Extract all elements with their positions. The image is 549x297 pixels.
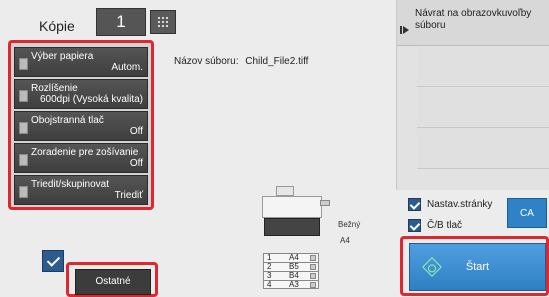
paper-select-label: Výber papiera	[31, 51, 94, 62]
start-label: Štart	[465, 261, 490, 273]
sort-icon	[19, 186, 28, 198]
tray-paper-icon	[310, 255, 316, 261]
tray-paper-icon	[310, 264, 316, 270]
empty-shortcut-slot	[417, 129, 549, 169]
other-highlight: Ostatné	[66, 262, 158, 297]
tray-paper-icon	[310, 273, 316, 279]
page-setting-checkbox[interactable]	[408, 198, 421, 211]
staple-icon	[19, 154, 28, 166]
output-tray-icon	[320, 200, 330, 206]
paper-icon	[19, 58, 28, 70]
filename-label: Názov súboru:	[174, 56, 239, 67]
duplex-label: Obojstranná tlač	[31, 115, 104, 126]
duplex-button[interactable]: Obojstranná tlač Off	[14, 111, 148, 141]
resolution-icon	[19, 90, 28, 102]
staple-sort-value: Off	[129, 158, 143, 169]
tray-row: 4 A3	[263, 280, 319, 289]
keypad-icon	[157, 16, 169, 28]
keypad-button[interactable]	[150, 10, 176, 34]
paper-select-button[interactable]: Výber papiera Autom.	[14, 47, 148, 77]
tray-number: 2	[267, 262, 272, 271]
settings-panel: Výber papiera Autom. Rozlíšenie 600dpi (…	[8, 40, 154, 210]
tray-size: B4	[289, 271, 299, 280]
filename-row: Názov súboru: Child_File2.tiff	[174, 56, 308, 67]
tray-number: 4	[267, 280, 272, 289]
sort-group-label: Triedit/skupinovat	[31, 179, 109, 190]
sort-group-button[interactable]: Triedit/skupinovat Triediť	[14, 175, 148, 205]
tray-number: 3	[267, 271, 272, 280]
staple-sort-label: Zoradenie pre zošívanie	[31, 147, 139, 158]
printer-top	[276, 186, 294, 196]
return-arrow-icon	[400, 26, 402, 34]
staple-sort-button[interactable]: Zoradenie pre zošívanie Off	[14, 143, 148, 173]
right-panel: Návrat na obrazovkuvoľby súboru	[396, 0, 549, 190]
start-button[interactable]: Štart	[409, 243, 546, 291]
tray-number: 1	[267, 253, 272, 262]
bw-print-option[interactable]: Č/B tlač	[408, 219, 462, 232]
print-settings-screen: Kópie 1 Výber papiera Autom. Rozlíšenie …	[0, 0, 549, 297]
printer-panel	[264, 218, 320, 236]
ca-button[interactable]: CA	[507, 198, 547, 228]
tray-paper-icon	[310, 282, 316, 288]
return-label: Návrat na obrazovkuvoľby súboru	[415, 8, 532, 31]
confirm-checkmark-button[interactable]	[42, 250, 64, 272]
bypass-tray-label: A4	[340, 236, 350, 245]
duplex-value: Off	[129, 126, 143, 137]
copies-label: Kópie	[39, 18, 75, 34]
duplex-icon	[19, 122, 28, 134]
tray-size: B5	[289, 262, 299, 271]
resolution-value: 600dpi (Vysoká kvalita)	[39, 94, 143, 105]
copies-count-field[interactable]: 1	[96, 8, 146, 36]
filename-value: Child_File2.tiff	[245, 56, 309, 67]
return-to-file-select-button[interactable]: Návrat na obrazovkuvoľby súboru	[397, 0, 549, 46]
page-setting-option[interactable]: Nastav.stránky	[408, 198, 492, 211]
tray-size: A3	[289, 280, 299, 289]
bw-print-label: Č/B tlač	[427, 220, 463, 231]
paper-tray-list: 1 A4 2 B5 3 B4 4 A3	[263, 253, 319, 289]
start-highlight: Štart	[400, 236, 549, 296]
page-setting-label: Nastav.stránky	[427, 199, 493, 210]
bw-print-checkbox[interactable]	[408, 219, 421, 232]
sort-group-value: Triediť	[114, 190, 143, 201]
resolution-button[interactable]: Rozlíšenie 600dpi (Vysoká kvalita)	[14, 79, 148, 109]
tray-row: 1 A4	[263, 253, 319, 262]
paper-select-value: Autom.	[111, 62, 143, 73]
tray-row: 2 B5	[263, 262, 319, 271]
other-settings-button[interactable]: Ostatné	[75, 269, 151, 295]
tray-row: 3 B4	[263, 271, 319, 280]
return-arrow-icon-head	[403, 26, 409, 34]
tray-size: A4	[289, 253, 299, 262]
printer-body	[262, 196, 322, 218]
resolution-label: Rozlíšenie	[31, 83, 78, 94]
output-tray-label: Bežný	[338, 220, 361, 229]
empty-shortcut-slot	[417, 47, 549, 87]
empty-shortcut-slot	[417, 88, 549, 128]
